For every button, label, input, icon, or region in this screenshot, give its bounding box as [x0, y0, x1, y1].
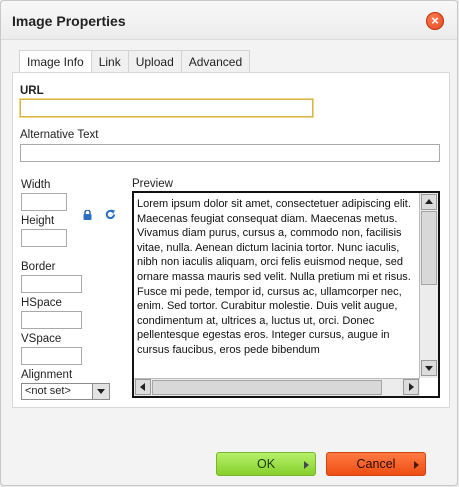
- ok-arrow-icon: [304, 461, 309, 469]
- chevron-down-icon[interactable]: [92, 384, 109, 399]
- scrollbar-corner: [420, 379, 438, 396]
- vspace-input[interactable]: [21, 347, 82, 365]
- tab-upload[interactable]: Upload: [127, 50, 182, 72]
- cancel-button[interactable]: Cancel: [326, 452, 426, 476]
- lock-icon[interactable]: [83, 210, 92, 220]
- alignment-selected-value: <not set>: [25, 385, 71, 397]
- hspace-input[interactable]: [21, 311, 82, 329]
- dialog-title: Image Properties: [12, 13, 126, 29]
- reset-size-icon[interactable]: [105, 209, 116, 220]
- preview-vertical-scrollbar[interactable]: [419, 193, 438, 378]
- horizontal-scroll-thumb[interactable]: [152, 380, 382, 395]
- cancel-button-label: Cancel: [356, 457, 396, 471]
- tab-bar: Image Info Link Upload Advanced: [19, 50, 251, 73]
- width-label: Width: [21, 179, 51, 191]
- preview-label: Preview: [132, 178, 173, 190]
- cancel-arrow-icon: [414, 461, 419, 469]
- scroll-down-arrow-icon[interactable]: [421, 360, 437, 376]
- preview-area[interactable]: Lorem ipsum dolor sit amet, consectetuer…: [132, 191, 440, 398]
- vertical-scroll-thumb[interactable]: [421, 211, 437, 285]
- hspace-label: HSpace: [21, 297, 62, 309]
- height-label: Height: [21, 215, 55, 227]
- image-properties-dialog: Image Properties × Image Info Link Uploa…: [0, 0, 458, 486]
- vspace-label: VSpace: [21, 333, 62, 345]
- preview-horizontal-scrollbar[interactable]: [134, 378, 420, 396]
- border-label: Border: [21, 261, 56, 273]
- width-input[interactable]: [21, 193, 67, 211]
- url-label: URL: [20, 85, 44, 97]
- dialog-titlebar[interactable]: Image Properties ×: [1, 1, 457, 40]
- ok-button-label: OK: [256, 457, 276, 471]
- ok-button[interactable]: OK: [216, 452, 316, 476]
- scroll-up-arrow-icon[interactable]: [421, 194, 437, 210]
- alt-text-label: Alternative Text: [20, 129, 99, 141]
- alignment-select[interactable]: <not set>: [21, 383, 110, 400]
- tab-image-info[interactable]: Image Info: [19, 50, 92, 73]
- border-input[interactable]: [21, 275, 82, 293]
- tab-advanced[interactable]: Advanced: [180, 50, 251, 72]
- scroll-right-arrow-icon[interactable]: [403, 379, 419, 395]
- close-icon[interactable]: ×: [426, 12, 444, 30]
- scroll-left-arrow-icon[interactable]: [135, 379, 151, 395]
- preview-text: Lorem ipsum dolor sit amet, consectetuer…: [137, 198, 411, 356]
- tab-link[interactable]: Link: [90, 50, 129, 72]
- height-input[interactable]: [21, 229, 67, 247]
- alt-text-input[interactable]: [20, 144, 440, 162]
- url-input[interactable]: [20, 99, 313, 117]
- alignment-label: Alignment: [21, 369, 73, 381]
